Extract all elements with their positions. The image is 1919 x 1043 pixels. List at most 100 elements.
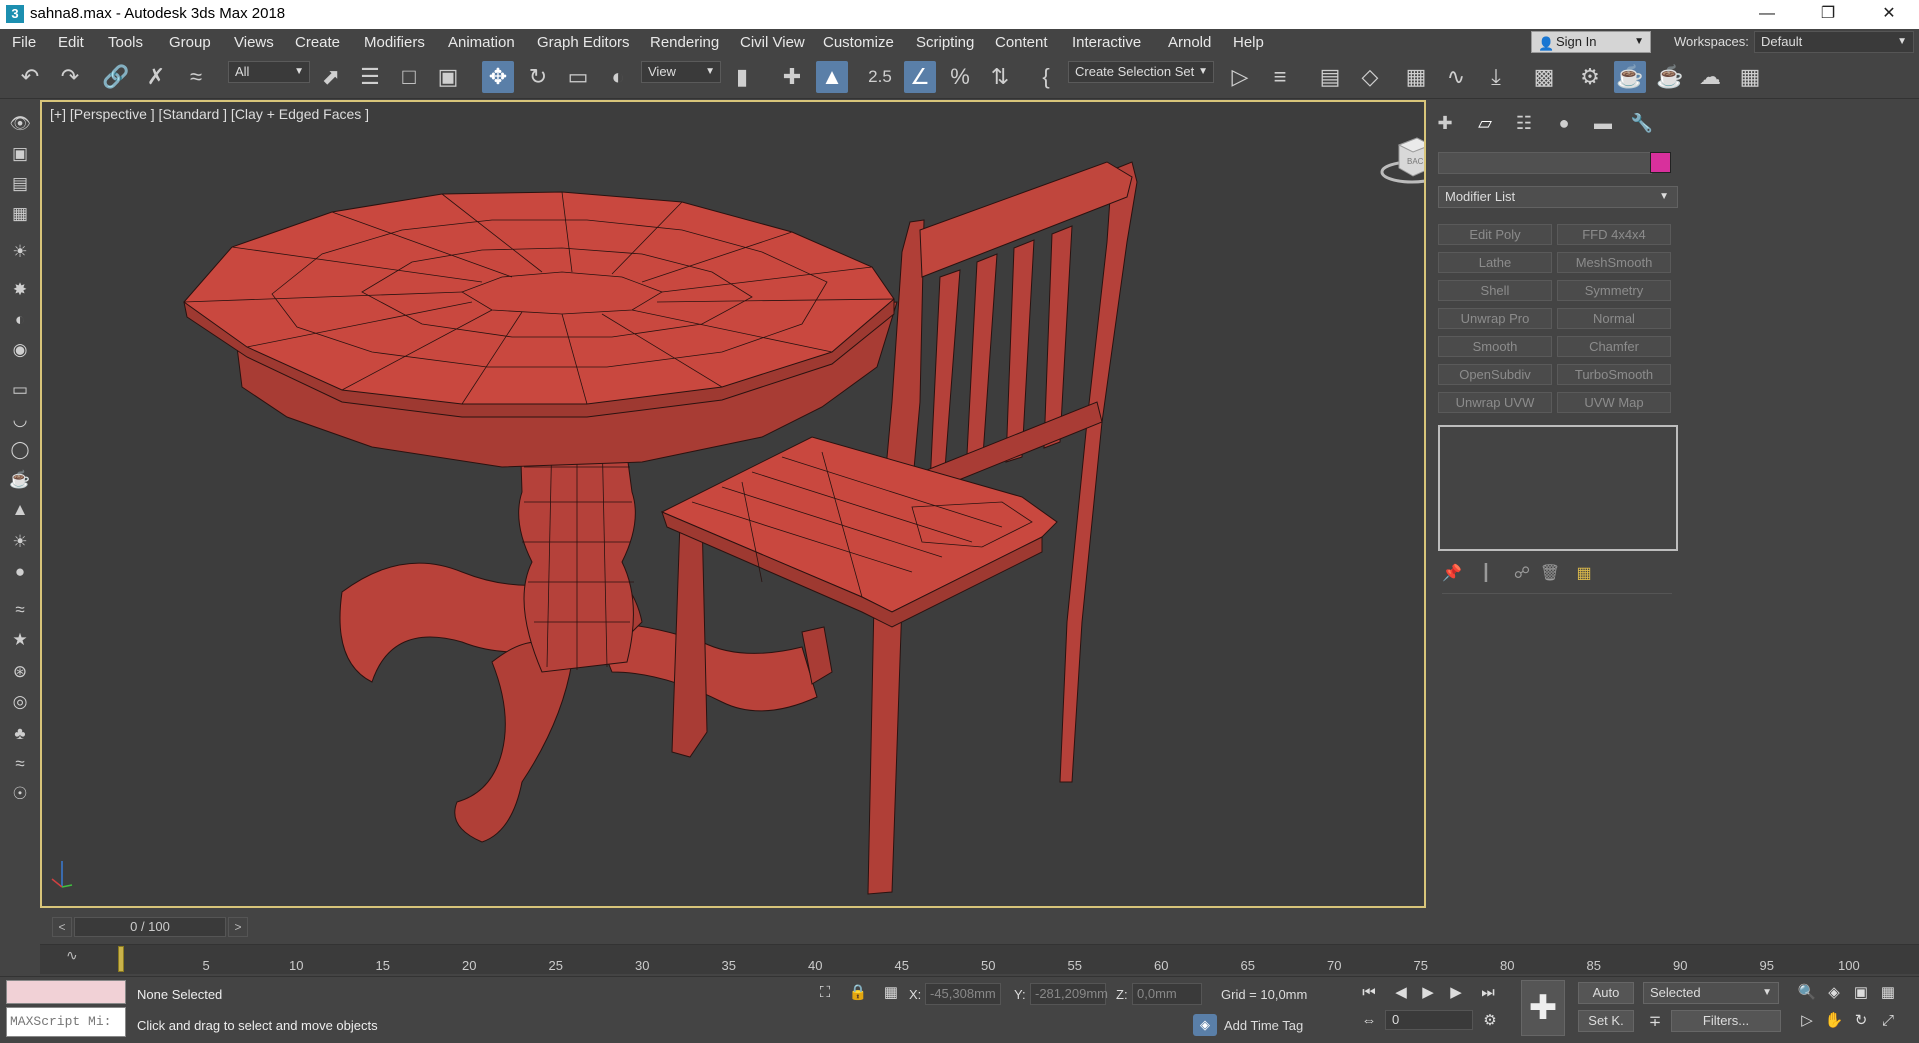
menu-content[interactable]: Content [995, 34, 1048, 51]
shape-icon[interactable]: ◐ [6, 306, 34, 334]
menu-animation[interactable]: Animation [448, 34, 515, 51]
modifier-symmetry-button[interactable]: Symmetry [1557, 280, 1671, 301]
close-button[interactable]: ✕ [1859, 0, 1919, 29]
bind-space-warp-icon[interactable]: ≈ [180, 61, 212, 93]
maximize-button[interactable]: ❐ [1798, 0, 1858, 29]
pin-stack-icon[interactable]: 📌 [1440, 563, 1464, 585]
modifier-list-dropdown[interactable]: Modifier List ▼ [1438, 186, 1678, 208]
menu-interactive[interactable]: Interactive [1072, 34, 1141, 51]
remove-modifier-icon[interactable]: 🗑 [1538, 563, 1562, 585]
z-coordinate-field[interactable]: 0,0mm [1132, 983, 1202, 1005]
sun-icon[interactable]: ☀ [6, 528, 34, 556]
modifier-lathe-button[interactable]: Lathe [1438, 252, 1552, 273]
hemisphere-icon[interactable]: ◡ [6, 406, 34, 434]
field-of-view-icon[interactable]: ▷ [1795, 1009, 1819, 1033]
maxscript-mini-listener[interactable]: MAXScript Mi: [6, 1007, 126, 1037]
add-time-tag-button[interactable]: Add Time Tag [1224, 1018, 1303, 1033]
configure-modifier-sets-icon[interactable]: ▦ [1572, 563, 1596, 585]
pivot-center-icon[interactable]: ▮ [726, 61, 758, 93]
modifier-unwrap-pro-button[interactable]: Unwrap Pro [1438, 308, 1552, 329]
next-frame-icon[interactable]: ▶ [1444, 981, 1468, 1005]
ribbon-toggle-icon[interactable]: ▦ [1400, 61, 1432, 93]
set-key-big-button[interactable]: ✚ [1521, 980, 1565, 1036]
modifier-stack-list[interactable] [1438, 425, 1678, 551]
modify-tab-icon[interactable]: ▱ [1470, 110, 1500, 136]
modifier-turbosmooth-button[interactable]: TurboSmooth [1557, 364, 1671, 385]
align-icon[interactable]: ≡ [1264, 61, 1296, 93]
make-unique-icon[interactable]: ☍ [1510, 563, 1534, 585]
prev-frame-button[interactable]: < [52, 917, 72, 937]
isolate-selection-icon[interactable]: ⛶ [813, 981, 837, 1005]
globe-icon[interactable]: ◎ [6, 688, 34, 716]
unlink-icon[interactable]: ✗ [140, 61, 172, 93]
dynamics-icon[interactable]: ★ [6, 626, 34, 654]
time-tag-icon[interactable]: ◈ [1193, 1014, 1217, 1036]
cone-icon[interactable]: ▲ [6, 496, 34, 524]
box-primitive-icon[interactable]: ▭ [6, 376, 34, 404]
rectangular-selection-icon[interactable]: □ [393, 61, 425, 93]
geosphere-icon[interactable]: ● [6, 558, 34, 586]
render-in-cloud-icon[interactable]: ☁ [1694, 61, 1726, 93]
camera-icon[interactable]: ▣ [6, 140, 34, 168]
set-key-button[interactable]: Set K. [1578, 1010, 1634, 1032]
modifier-unwrap-uvw-button[interactable]: Unwrap UVW [1438, 392, 1552, 413]
material-editor-icon[interactable]: ▩ [1528, 61, 1560, 93]
hierarchy-tab-icon[interactable]: ☷ [1509, 110, 1539, 136]
menu-group[interactable]: Group [169, 34, 211, 51]
key-filters-button[interactable]: Filters... [1671, 1010, 1781, 1032]
x-coordinate-field[interactable]: -45,308mm [925, 983, 1001, 1005]
selection-lock-icon[interactable]: 🔒 [846, 981, 870, 1005]
modifier-shell-button[interactable]: Shell [1438, 280, 1552, 301]
modifier-uvw-map-button[interactable]: UVW Map [1557, 392, 1671, 413]
edit-named-selection-icon[interactable]: { [1030, 61, 1062, 93]
y-coordinate-field[interactable]: -281,209mm [1030, 983, 1108, 1005]
go-to-end-icon[interactable]: ⏭ [1476, 981, 1500, 1005]
menu-create[interactable]: Create [295, 34, 340, 51]
angle-snap-icon[interactable]: ∠ [904, 61, 936, 93]
workspace-dropdown[interactable]: Default ▼ [1754, 31, 1914, 53]
zoom-extents-icon[interactable]: ▣ [1849, 981, 1873, 1005]
render-setup-icon[interactable]: ⚙ [1574, 61, 1606, 93]
zoom-all-icon[interactable]: ◈ [1822, 981, 1846, 1005]
document-icon[interactable]: ▤ [6, 170, 34, 198]
utilities-tab-icon[interactable]: 🔧 [1627, 110, 1657, 136]
undo-icon[interactable]: ↶ [14, 61, 46, 93]
menu-civil-view[interactable]: Civil View [740, 34, 805, 51]
menu-edit[interactable]: Edit [58, 34, 84, 51]
link-icon[interactable]: 🔗 [100, 61, 132, 93]
layer-explorer-icon[interactable]: ◇ [1354, 61, 1386, 93]
hair-fur-icon[interactable]: ≈ [6, 750, 34, 778]
menu-modifiers[interactable]: Modifiers [364, 34, 425, 51]
particles-icon[interactable]: ◉ [6, 336, 34, 364]
a360-gallery-icon[interactable]: ▦ [1734, 61, 1766, 93]
go-to-start-icon[interactable]: ⏮ [1357, 981, 1381, 1005]
time-slider-thumb[interactable]: 0 / 100 [74, 917, 226, 937]
window-crossing-icon[interactable]: ▣ [432, 61, 464, 93]
display-tab-icon[interactable]: ▬ [1588, 110, 1618, 136]
show-end-result-icon[interactable]: ┃ [1474, 563, 1498, 585]
modifier-opensubdiv-button[interactable]: OpenSubdiv [1438, 364, 1552, 385]
massfx-icon[interactable]: ☉ [6, 780, 34, 808]
place-icon[interactable]: ◐ [602, 61, 634, 93]
menu-tools[interactable]: Tools [108, 34, 143, 51]
key-mode-toggle-icon[interactable]: ⇔ [1357, 1009, 1381, 1033]
light-icon[interactable]: ☀ [6, 238, 34, 266]
orbit-icon[interactable]: ↻ [1849, 1009, 1873, 1033]
create-tab-icon[interactable]: ✚ [1430, 110, 1460, 136]
minimize-button[interactable]: — [1737, 0, 1797, 29]
select-by-name-icon[interactable]: ☰ [354, 61, 386, 93]
selection-filter-dropdown[interactable]: All ▼ [228, 61, 310, 83]
percent-snap-icon[interactable]: % [944, 61, 976, 93]
transform-gizmo-icon[interactable]: ✚ [776, 61, 808, 93]
menu-scripting[interactable]: Scripting [916, 34, 974, 51]
menu-rendering[interactable]: Rendering [650, 34, 719, 51]
next-frame-button[interactable]: > [228, 917, 248, 937]
sphere-icon[interactable]: ◯ [6, 436, 34, 464]
curve-editor-mini-icon[interactable]: ∿ [66, 947, 78, 964]
helper-icon[interactable]: ✸ [6, 276, 34, 304]
spacewarp-icon[interactable]: ≈ [6, 596, 34, 624]
previous-frame-icon[interactable]: ◀ [1389, 981, 1413, 1005]
modifier-edit-poly-button[interactable]: Edit Poly [1438, 224, 1552, 245]
scene-explorer-icon[interactable]: ▤ [1314, 61, 1346, 93]
schematic-view-icon[interactable]: ⤓ [1480, 61, 1512, 93]
